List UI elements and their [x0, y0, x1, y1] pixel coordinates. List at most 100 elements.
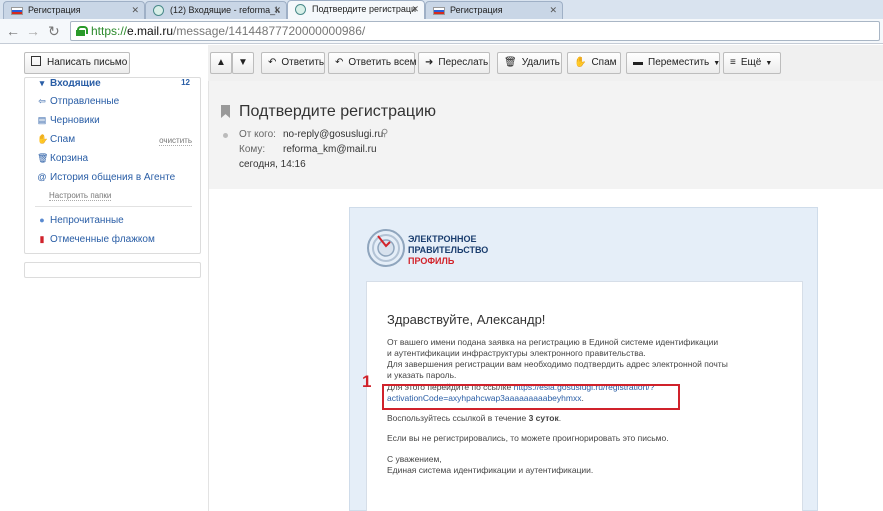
sent-icon: ⇦ [38, 96, 46, 106]
forward-button[interactable]: ➜ Переслать [418, 52, 490, 74]
sidebar-item-unread[interactable]: ● Непрочитанные [37, 215, 124, 226]
sidebar-item-label: Входящие [50, 78, 101, 87]
mail-favicon-icon [295, 4, 306, 15]
validity-prefix: Воспользуйтесь ссылкой в течение [387, 413, 529, 423]
caret-down-icon: ▼ [713, 60, 721, 67]
bookmark-icon[interactable] [221, 105, 230, 118]
logo-line-1: ЭЛЕКТРОННОЕ [408, 234, 477, 244]
sidebar-item-sent[interactable]: ⇦ Отправленные [37, 96, 119, 107]
reload-icon[interactable]: ↻ [48, 23, 60, 39]
read-status-dot-icon[interactable] [223, 133, 228, 138]
tab-close-icon[interactable]: ✕ [411, 4, 419, 15]
sidebar-item-label: Непрочитанные [50, 215, 124, 226]
caret-up-icon: ▲ [216, 57, 226, 68]
to-label: Кому: [239, 144, 266, 155]
sidebar-item-label: История общения в Агенте [50, 172, 176, 183]
mail-favicon-icon [153, 5, 164, 16]
browser-toolbar: ← → ↻ https://e.mail.ru/message/14144877… [0, 19, 883, 44]
reply-button[interactable]: ↶ Ответить [261, 52, 325, 74]
sidebar-item-label: Отправленные [50, 96, 120, 107]
annotation-marker: 1 [362, 372, 372, 391]
russia-flag-icon [433, 7, 445, 15]
to-address[interactable]: reforma_km@mail.ru [283, 144, 377, 155]
gosuslugi-logo-icon [367, 229, 405, 267]
forward-arrow-icon[interactable]: → [26, 23, 40, 39]
sidebar-item-inbox[interactable]: ▾ Входящие [37, 78, 101, 87]
compose-button[interactable]: Написать письмо [24, 52, 130, 74]
sidebar-divider [35, 206, 192, 207]
unread-dot-icon: ● [39, 215, 45, 225]
signature-line: Единая система идентификации и аутентифи… [387, 465, 594, 475]
browser-tab-registration-1[interactable]: Регистрация ✕ [3, 1, 145, 19]
validity-period: 3 суток [528, 413, 559, 423]
flag-icon: ▮ [39, 234, 45, 244]
reply-label: Ответить [281, 57, 325, 68]
sidebar-item-trash[interactable]: 🗑 Корзина [37, 153, 88, 164]
highlight-box [382, 384, 680, 410]
clear-spam-link[interactable]: очистить [159, 136, 192, 146]
forward-icon: ➜ [425, 57, 434, 68]
tab-close-icon[interactable]: ✕ [549, 5, 557, 16]
spam-label: Спам [591, 57, 617, 68]
at-icon: @ [37, 172, 47, 182]
sidebar-item-spam[interactable]: ✋ Спам [37, 134, 75, 145]
configure-folders-link[interactable]: Настроить папки [49, 191, 112, 201]
reply-all-icon: ↶ [335, 57, 344, 68]
caret-down-icon: ▼ [765, 60, 773, 67]
sidebar-secondary-panel [24, 262, 201, 278]
browser-tab-confirm[interactable]: Подтвердите регистраци ✕ [287, 0, 425, 19]
reply-all-button[interactable]: ↶ Ответить всем [328, 52, 417, 74]
sidebar-item-drafts[interactable]: ▤ Черновики [37, 115, 100, 126]
delete-label: Удалить [521, 57, 560, 68]
more-button[interactable]: ≡ Ещё ▼ [723, 52, 781, 74]
message-body: ЭЛЕКТРОННОЕ ПРАВИТЕЛЬСТВО ПРОФИЛЬ Здравс… [349, 207, 818, 511]
trash-icon: 🗑 [504, 57, 517, 68]
thumbs-down-icon: ✋ [574, 57, 587, 68]
body-line: и указать пароль. [387, 370, 457, 380]
folder-sidebar: ▾ Входящие 12 ⇦ Отправленные ▤ Черновики ✋ С… [24, 77, 201, 254]
inbox-icon: ▾ [39, 78, 45, 87]
validity-suffix: . [558, 413, 562, 423]
tab-title: Регистрация [28, 5, 81, 15]
message-date: сегодня, 14:16 [239, 159, 306, 170]
url-host: e.mail.ru [127, 24, 174, 38]
compose-label: Написать письмо [47, 57, 128, 68]
trash-icon: 🗑 [37, 153, 49, 163]
tab-close-icon[interactable]: ✕ [273, 5, 281, 16]
forward-label: Переслать [438, 57, 489, 68]
move-button[interactable]: ▬ Переместить ▼ [626, 52, 720, 74]
sidebar-item-label: Корзина [50, 153, 89, 164]
tab-title: (12) Входящие - reforma_k [170, 5, 280, 15]
next-message-button[interactable]: ▼ [232, 52, 254, 74]
folder-icon: ▬ [633, 57, 643, 68]
body-line: и аутентификации инфраструктуры электрон… [387, 348, 646, 358]
reply-icon: ↶ [268, 57, 277, 68]
prev-message-button[interactable]: ▲ [210, 52, 232, 74]
browser-tab-strip: Регистрация ✕ (12) Входящие - reforma_k … [0, 0, 883, 19]
inbox-count-badge: 12 [181, 78, 190, 87]
address-bar[interactable]: https://e.mail.ru/message/14144877720000… [70, 21, 880, 41]
tab-title: Подтвердите регистраци [312, 4, 417, 14]
russia-flag-icon [11, 7, 23, 15]
message-subject: Подтвердите регистрацию [239, 103, 437, 120]
back-arrow-icon[interactable]: ← [6, 23, 20, 39]
sidebar-item-label: Черновики [50, 115, 100, 126]
sidebar-item-flagged[interactable]: ▮ Отмеченные флажком [37, 234, 155, 245]
greeting: Здравствуйте, Александр! [387, 312, 546, 327]
search-icon[interactable]: ⚲ [381, 128, 388, 139]
pencil-icon [31, 56, 41, 66]
reply-all-label: Ответить всем [348, 57, 417, 68]
validity-line: Воспользуйтесь ссылкой в течение 3 суток… [387, 413, 561, 424]
lock-icon [76, 26, 88, 36]
mail-page: Написать письмо ▲ ▼ ↶ Ответить ↶ Ответить … [0, 45, 883, 511]
caret-down-icon: ▼ [238, 57, 248, 68]
from-address[interactable]: no-reply@gosuslugi.ru [283, 129, 383, 140]
tab-close-icon[interactable]: ✕ [131, 5, 139, 16]
delete-button[interactable]: 🗑 Удалить [497, 52, 562, 74]
spam-button[interactable]: ✋ Спам [567, 52, 621, 74]
browser-tab-registration-2[interactable]: Регистрация ✕ [425, 1, 563, 19]
from-label: От кого: [239, 129, 276, 140]
sidebar-item-agent-history[interactable]: @ История общения в Агенте [37, 172, 175, 183]
browser-tab-inbox[interactable]: (12) Входящие - reforma_k ✕ [145, 1, 287, 19]
sidebar-item-label: Отмеченные флажком [50, 234, 155, 245]
